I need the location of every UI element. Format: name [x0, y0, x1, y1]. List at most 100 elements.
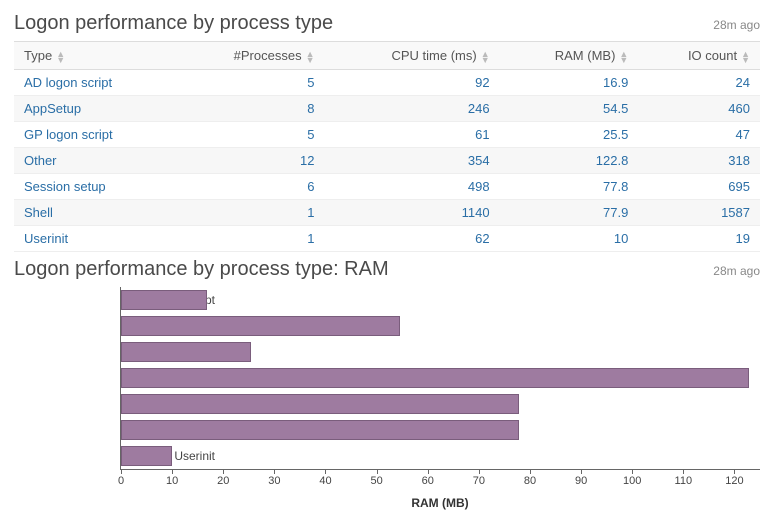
cell-type: Userinit: [14, 226, 175, 252]
table-title: Logon performance by process type: [14, 12, 333, 35]
col-label: IO count: [688, 48, 737, 63]
x-tick-label: 60: [422, 475, 434, 487]
x-axis-label: RAM (MB): [120, 496, 760, 510]
col-header[interactable]: Type▲▼: [14, 42, 175, 70]
x-tick: [274, 469, 275, 474]
col-label: RAM (MB): [555, 48, 616, 63]
cell-value: 61: [325, 122, 500, 148]
sort-icon[interactable]: ▲▼: [481, 51, 490, 63]
cell-type: GP logon script: [14, 122, 175, 148]
col-header[interactable]: RAM (MB)▲▼: [500, 42, 639, 70]
cell-value: 16.9: [500, 70, 639, 96]
table-row[interactable]: GP logon script56125.547: [14, 122, 760, 148]
ram-bar-chart: 0102030405060708090100110120 AD logon sc…: [14, 287, 760, 510]
table-panel-header: Logon performance by process type 28m ag…: [14, 12, 760, 35]
x-tick-label: 50: [370, 475, 382, 487]
x-tick: [172, 469, 173, 474]
table-row[interactable]: Shell1114077.91587: [14, 200, 760, 226]
chart-title: Logon performance by process type: RAM: [14, 258, 389, 281]
bar-row: Other: [121, 365, 760, 391]
col-header[interactable]: CPU time (ms) ▲▼: [325, 42, 500, 70]
cell-value: 318: [638, 148, 760, 174]
table-row[interactable]: Userinit1621019: [14, 226, 760, 252]
table-header-row: Type▲▼#Processes▲▼CPU time (ms)▲▼RAM (MB…: [14, 42, 760, 70]
col-label: #Processes: [234, 48, 302, 63]
cell-value: 19: [638, 226, 760, 252]
x-tick-label: 30: [268, 475, 280, 487]
table-row[interactable]: Other12354122.8318: [14, 148, 760, 174]
bar-track: [121, 420, 760, 440]
bar: [121, 446, 172, 466]
x-tick: [581, 469, 582, 474]
table-body: AD logon script59216.924AppSetup824654.5…: [14, 70, 760, 252]
table-row[interactable]: Session setup649877.8695: [14, 174, 760, 200]
cell-value: 47: [638, 122, 760, 148]
cell-value: 1: [175, 226, 324, 252]
x-tick-label: 80: [524, 475, 536, 487]
col-label: CPU time (ms): [391, 48, 476, 63]
cell-type: AppSetup: [14, 96, 175, 122]
cell-type: Shell: [14, 200, 175, 226]
cell-type: Other: [14, 148, 175, 174]
x-tick-label: 100: [623, 475, 641, 487]
cell-value: 12: [175, 148, 324, 174]
x-tick-label: 110: [675, 475, 693, 487]
chart-timestamp: 28m ago: [713, 264, 760, 278]
plot-area: 0102030405060708090100110120 AD logon sc…: [120, 287, 760, 470]
x-tick-label: 20: [217, 475, 229, 487]
col-header[interactable]: IO count ▲▼: [638, 42, 760, 70]
col-header[interactable]: #Processes ▲▼: [175, 42, 324, 70]
x-tick: [479, 469, 480, 474]
cell-value: 54.5: [500, 96, 639, 122]
table-timestamp: 28m ago: [713, 18, 760, 32]
x-tick: [683, 469, 684, 474]
cell-value: 8: [175, 96, 324, 122]
bar-row: Userinit: [121, 443, 760, 469]
x-tick-label: 40: [319, 475, 331, 487]
x-tick-label: 10: [166, 475, 178, 487]
x-tick-label: 70: [473, 475, 485, 487]
cell-value: 10: [500, 226, 639, 252]
bar-track: [121, 446, 760, 466]
cell-value: 1587: [638, 200, 760, 226]
cell-value: 460: [638, 96, 760, 122]
x-tick: [632, 469, 633, 474]
bar-row: Shell: [121, 417, 760, 443]
x-tick-label: 90: [575, 475, 587, 487]
sort-icon[interactable]: ▲▼: [306, 51, 315, 63]
bar: [121, 316, 400, 336]
cell-value: 1: [175, 200, 324, 226]
cell-value: 695: [638, 174, 760, 200]
table-row[interactable]: AppSetup824654.5460: [14, 96, 760, 122]
cell-value: 77.9: [500, 200, 639, 226]
bar-row: AppSetup: [121, 313, 760, 339]
cell-value: 354: [325, 148, 500, 174]
x-tick-label: 0: [118, 475, 124, 487]
x-tick-label: 120: [725, 475, 743, 487]
bar: [121, 290, 207, 310]
x-tick: [325, 469, 326, 474]
cell-value: 62: [325, 226, 500, 252]
cell-value: 92: [325, 70, 500, 96]
x-tick: [377, 469, 378, 474]
cell-value: 498: [325, 174, 500, 200]
cell-value: 1140: [325, 200, 500, 226]
bar: [121, 420, 519, 440]
bar: [121, 342, 251, 362]
cell-value: 25.5: [500, 122, 639, 148]
sort-icon[interactable]: ▲▼: [56, 51, 65, 63]
cell-value: 77.8: [500, 174, 639, 200]
x-tick: [121, 469, 122, 474]
cell-value: 5: [175, 122, 324, 148]
cell-value: 6: [175, 174, 324, 200]
chart-panel-header: Logon performance by process type: RAM 2…: [14, 258, 760, 281]
cell-type: AD logon script: [14, 70, 175, 96]
table-row[interactable]: AD logon script59216.924: [14, 70, 760, 96]
cell-value: 122.8: [500, 148, 639, 174]
bar-row: Session setup: [121, 391, 760, 417]
sort-icon[interactable]: ▲▼: [741, 51, 750, 63]
sort-icon[interactable]: ▲▼: [619, 51, 628, 63]
cell-value: 24: [638, 70, 760, 96]
bar: [121, 394, 519, 414]
bar: [121, 368, 749, 388]
